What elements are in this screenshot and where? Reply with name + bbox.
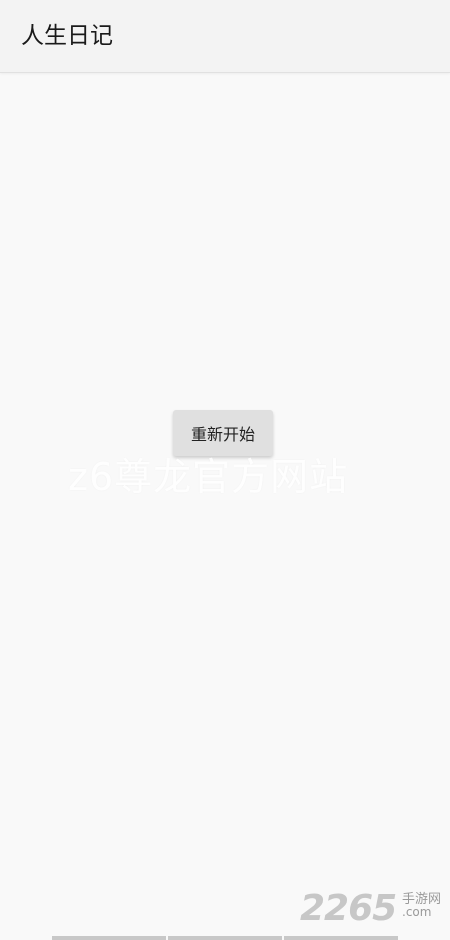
main-content: [0, 73, 450, 940]
app-bar: 人生日记: [0, 0, 450, 73]
nav-hint-segment: [284, 936, 398, 940]
nav-hint-segment: [52, 936, 166, 940]
brand-logo-number: 2265: [300, 888, 397, 929]
app-title: 人生日记: [21, 23, 113, 49]
center-watermark: z6尊龙官方网站: [68, 455, 349, 499]
nav-hint-segment: [168, 936, 282, 940]
bottom-nav-hint: [52, 936, 398, 940]
brand-logo-domain: .com: [402, 905, 432, 919]
brand-logo: 2265 手游网 .com: [300, 888, 450, 930]
app-screen: 人生日记 重新开始 z6尊龙官方网站 2265 手游网 .com: [0, 0, 450, 940]
